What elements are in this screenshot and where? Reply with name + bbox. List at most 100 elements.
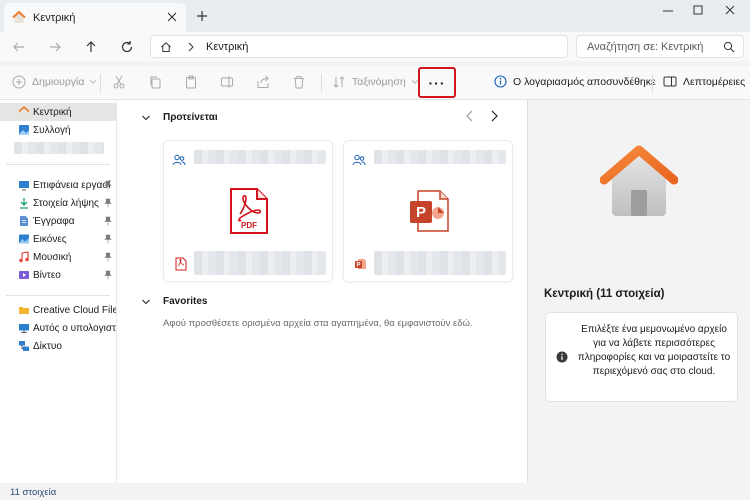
- new-button-label: Δημιουργία: [32, 76, 85, 88]
- copy-icon: [150, 76, 161, 89]
- folder-icon: [18, 304, 30, 316]
- forward-arrow-icon[interactable]: [48, 40, 62, 54]
- divider: [6, 295, 110, 296]
- refresh-icon[interactable]: [120, 40, 134, 54]
- pin-icon[interactable]: [104, 198, 112, 208]
- pin-icon[interactable]: [104, 270, 112, 280]
- details-pane-icon: [663, 76, 677, 87]
- home-icon: [600, 144, 678, 218]
- delete-button[interactable]: [292, 75, 306, 89]
- tab-title: Κεντρική: [33, 11, 76, 24]
- redacted-label: [14, 142, 104, 154]
- pin-icon[interactable]: [104, 234, 112, 244]
- back-arrow-icon[interactable]: [12, 40, 26, 54]
- redacted-file-location: [194, 251, 326, 275]
- account-status-button[interactable]: Ο λογαριασμός αποσυνδέθηκε: [494, 75, 656, 88]
- chevron-left-icon[interactable]: [465, 110, 475, 122]
- desktop-icon: [18, 179, 30, 191]
- sidebar-item-label: Επιφάνεια εργασί: [33, 179, 111, 191]
- paste-button[interactable]: [184, 75, 198, 89]
- gallery-icon: [18, 124, 30, 136]
- sidebar-item-network[interactable]: Δίκτυο: [0, 337, 116, 355]
- computer-icon: [18, 322, 30, 334]
- pin-icon[interactable]: [104, 216, 112, 226]
- navigation-pane: Κεντρική Συλλογή Επιφάνεια εργασί Στοιχε…: [0, 100, 117, 483]
- svg-text:P: P: [356, 263, 360, 269]
- pin-icon[interactable]: [104, 180, 112, 190]
- chevron-down-icon: [142, 299, 150, 304]
- sort-icon: [333, 76, 345, 88]
- new-tab-button[interactable]: [194, 8, 210, 24]
- sidebar-item-videos[interactable]: Βίντεο: [0, 266, 116, 284]
- details-button[interactable]: Λεπτομέρειες: [663, 75, 745, 88]
- network-icon: [18, 340, 30, 352]
- rename-button[interactable]: [220, 75, 234, 89]
- maximize-icon[interactable]: [688, 4, 708, 18]
- divider: [321, 74, 322, 92]
- details-info-box: Επιλέξτε ένα μεμονωμένο αρχείο για να λά…: [545, 312, 738, 402]
- main-content: Προτείνεται PDF P P Favorites Αφού προσθ…: [117, 100, 527, 483]
- address-bar[interactable]: Κεντρική: [150, 35, 568, 58]
- sidebar-item-home[interactable]: Κεντρική: [0, 103, 116, 121]
- video-icon: [18, 269, 30, 281]
- tab-home[interactable]: Κεντρική: [4, 3, 186, 32]
- info-circle-icon: [494, 75, 507, 88]
- search-input[interactable]: Αναζήτηση σε: Κεντρική: [576, 35, 744, 58]
- sidebar-item-this-pc[interactable]: Αυτός ο υπολογιστής: [0, 319, 116, 337]
- sidebar-item-label: Creative Cloud Files P: [33, 304, 116, 316]
- sidebar-item-onedrive[interactable]: [0, 139, 116, 157]
- more-options-button[interactable]: ···: [418, 67, 456, 98]
- sidebar-item-creative-cloud[interactable]: Creative Cloud Files P: [0, 301, 116, 319]
- pin-icon[interactable]: [104, 252, 112, 262]
- favorites-title: Favorites: [163, 296, 208, 307]
- svg-text:P: P: [416, 204, 426, 221]
- sidebar-item-label: Εικόνες: [33, 233, 67, 245]
- powerpoint-small-icon: P: [354, 257, 368, 271]
- powerpoint-file-icon: P: [408, 187, 450, 235]
- shared-people-icon: [352, 153, 366, 167]
- home-icon: [18, 106, 30, 118]
- redacted-file-location: [374, 251, 506, 275]
- sidebar-item-pictures[interactable]: Εικόνες: [0, 230, 116, 248]
- scissors-icon: [113, 75, 125, 89]
- sidebar-item-label: Έγγραφα: [33, 215, 75, 227]
- share-button[interactable]: [256, 75, 270, 89]
- favorites-section-header[interactable]: Favorites: [141, 296, 207, 307]
- rename-icon: [221, 76, 233, 88]
- breadcrumb[interactable]: Κεντρική: [206, 41, 248, 53]
- cut-button[interactable]: [112, 75, 126, 89]
- shared-people-icon: [172, 153, 186, 167]
- sort-button[interactable]: Ταξινόμηση: [332, 75, 419, 89]
- sidebar-item-documents[interactable]: Έγγραφα: [0, 212, 116, 230]
- details-header: Κεντρική (11 στοιχεία): [544, 288, 665, 300]
- account-status-label: Ο λογαριασμός αποσυνδέθηκε: [513, 75, 656, 88]
- paste-icon: [186, 75, 196, 89]
- svg-text:PDF: PDF: [241, 221, 257, 230]
- close-window-icon[interactable]: [720, 4, 740, 18]
- sidebar-item-gallery[interactable]: Συλλογή: [0, 121, 116, 139]
- redacted-file-name: [194, 150, 326, 164]
- home-icon: [12, 11, 26, 24]
- pdf-file-icon: PDF: [228, 187, 270, 235]
- chevron-down-icon: [142, 115, 150, 120]
- close-icon[interactable]: [166, 11, 178, 23]
- recommended-file-card[interactable]: P P: [343, 140, 513, 282]
- sidebar-item-music[interactable]: Μουσική: [0, 248, 116, 266]
- recommended-title: Προτείνεται: [163, 112, 218, 123]
- sort-button-label: Ταξινόμηση: [352, 76, 406, 88]
- sidebar-item-label: Συλλογή: [33, 124, 71, 136]
- title-bar: Κεντρική: [0, 0, 750, 32]
- sidebar-item-desktop[interactable]: Επιφάνεια εργασί: [0, 176, 116, 194]
- up-arrow-icon[interactable]: [84, 40, 98, 54]
- chevron-right-icon[interactable]: [489, 110, 499, 122]
- minimize-icon[interactable]: [658, 4, 678, 18]
- copy-button[interactable]: [148, 75, 162, 89]
- chevron-right-icon[interactable]: [187, 42, 195, 52]
- recommended-file-card[interactable]: PDF: [163, 140, 333, 282]
- divider: [6, 164, 110, 165]
- new-button[interactable]: Δημιουργία: [12, 75, 97, 89]
- pdf-small-icon: [174, 257, 188, 271]
- sidebar-item-downloads[interactable]: Στοιχεία λήψης: [0, 194, 116, 212]
- recommended-section-header[interactable]: Προτείνεται: [141, 112, 218, 123]
- pictures-icon: [18, 233, 30, 245]
